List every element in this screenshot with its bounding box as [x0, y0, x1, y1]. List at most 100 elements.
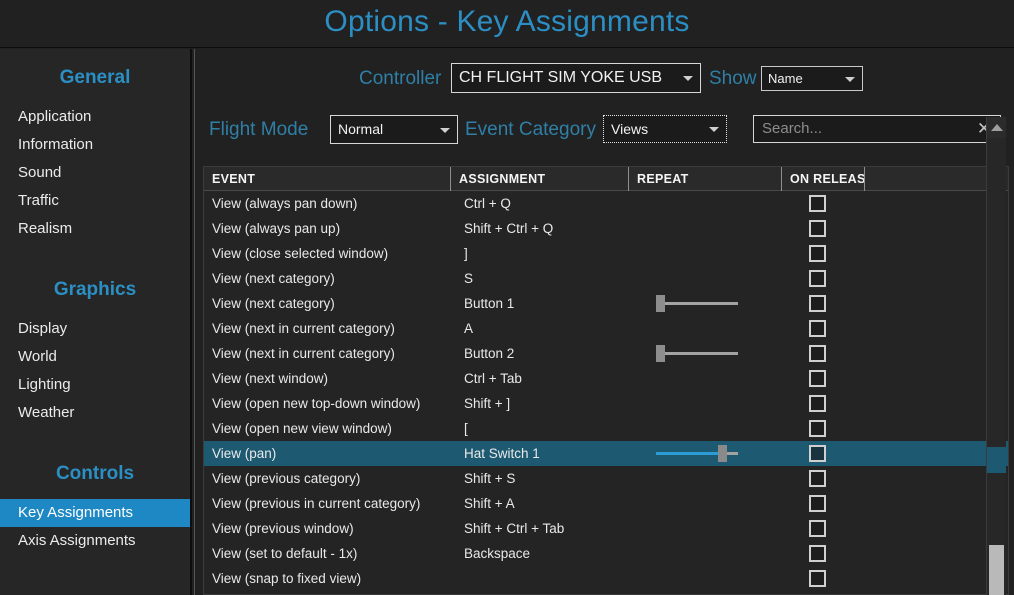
repeat-slider[interactable] — [656, 349, 738, 358]
cell-assignment: Button 1 — [464, 291, 624, 316]
scrollbar-track-marker — [987, 447, 1006, 473]
table-row[interactable]: View (previous window)Shift + Ctrl + Tab — [204, 516, 1009, 541]
show-select-value: Name — [768, 71, 803, 86]
table-row[interactable]: View (set to default - 1x)Backspace — [204, 541, 1009, 566]
on-release-checkbox[interactable] — [809, 470, 826, 487]
slider-thumb[interactable] — [718, 445, 727, 462]
table-row[interactable]: View (always pan down)Ctrl + Q — [204, 191, 1009, 216]
key-assignments-table: EVENTASSIGNMENTREPEATON RELEAS View (alw… — [203, 166, 1009, 595]
sidebar-item-axis-assignments[interactable]: Axis Assignments — [0, 527, 190, 555]
column-header-event[interactable]: EVENT — [204, 167, 450, 191]
slider-thumb[interactable] — [656, 345, 665, 362]
table-row[interactable]: View (pan)Hat Switch 1 — [204, 441, 1009, 466]
on-release-checkbox[interactable] — [809, 245, 826, 262]
cell-assignment: S — [464, 266, 624, 291]
cell-event: View (next in current category) — [212, 316, 447, 341]
controller-select[interactable]: CH FLIGHT SIM YOKE USB — [451, 63, 701, 93]
table-row[interactable]: View (close selected window)] — [204, 241, 1009, 266]
sidebar-item-world[interactable]: World — [0, 343, 190, 371]
table-row[interactable]: View (next category)Button 1 — [204, 291, 1009, 316]
sidebar-item-information[interactable]: Information — [0, 131, 190, 159]
table-row[interactable]: View (snap to fixed view) — [204, 566, 1009, 591]
vertical-scrollbar[interactable] — [986, 117, 1006, 595]
cell-assignment: Shift + A — [464, 491, 624, 516]
filter-row: Flight Mode Normal Event Category Views … — [195, 111, 1014, 151]
sidebar-item-application[interactable]: Application — [0, 103, 190, 131]
on-release-checkbox[interactable] — [809, 295, 826, 312]
search-input[interactable] — [754, 116, 974, 142]
on-release-checkbox[interactable] — [809, 270, 826, 287]
sidebar-item-traffic[interactable]: Traffic — [0, 187, 190, 215]
sidebar-item-sound[interactable]: Sound — [0, 159, 190, 187]
sidebar-item-weather[interactable]: Weather — [0, 399, 190, 427]
table-row[interactable]: View (open new top-down window) Shift + ] — [204, 391, 1009, 416]
table-row[interactable]: View (previous in current category)Shift… — [204, 491, 1009, 516]
chevron-down-icon — [845, 77, 855, 82]
cell-assignment — [464, 566, 624, 591]
search-box[interactable]: ✕ — [753, 115, 1001, 143]
cell-event: View (next window) — [212, 366, 447, 391]
repeat-slider[interactable] — [656, 299, 738, 308]
sidebar-heading-general: General — [0, 67, 190, 89]
sidebar-spacer — [0, 427, 190, 443]
chevron-down-icon — [683, 76, 693, 81]
on-release-checkbox[interactable] — [809, 420, 826, 437]
repeat-slider[interactable] — [656, 449, 738, 458]
flight-mode-label: Flight Mode — [209, 119, 308, 141]
event-category-select-value: Views — [611, 121, 648, 137]
cell-event: View (previous category) — [212, 466, 447, 491]
slider-track — [656, 302, 738, 305]
on-release-checkbox[interactable] — [809, 370, 826, 387]
on-release-checkbox[interactable] — [809, 395, 826, 412]
slider-thumb[interactable] — [656, 295, 665, 312]
scroll-up-button[interactable] — [987, 117, 1006, 138]
scroll-up-arrow-icon — [991, 124, 1003, 131]
page-title: Options - Key Assignments — [0, 5, 1014, 39]
sidebar-heading-controls: Controls — [0, 463, 190, 485]
show-select[interactable]: Name — [761, 66, 863, 91]
table-row[interactable]: View (open new view window) [ — [204, 416, 1009, 441]
on-release-checkbox[interactable] — [809, 545, 826, 562]
cell-assignment: [ — [464, 416, 624, 441]
on-release-checkbox[interactable] — [809, 220, 826, 237]
table-row[interactable]: View (always pan up)Shift + Ctrl + Q — [204, 216, 1009, 241]
cell-assignment: ] — [464, 241, 624, 266]
on-release-checkbox[interactable] — [809, 345, 826, 362]
table-row[interactable]: View (next in current category)A — [204, 316, 1009, 341]
table-row[interactable]: View (previous category)Shift + S — [204, 466, 1009, 491]
on-release-checkbox[interactable] — [809, 195, 826, 212]
cell-event: View (close selected window) — [212, 241, 447, 266]
table-row[interactable]: View (next in current category)Button 2 — [204, 341, 1009, 366]
on-release-checkbox[interactable] — [809, 445, 826, 462]
event-category-select[interactable]: Views — [603, 115, 727, 143]
on-release-checkbox[interactable] — [809, 520, 826, 537]
sidebar-heading-graphics: Graphics — [0, 279, 190, 301]
column-header-assignment[interactable]: ASSIGNMENT — [450, 167, 628, 191]
column-header-repeat[interactable]: REPEAT — [628, 167, 781, 191]
table-row[interactable]: View (next window)Ctrl + Tab — [204, 366, 1009, 391]
sidebar-spacer — [0, 243, 190, 259]
sidebar-item-lighting[interactable]: Lighting — [0, 371, 190, 399]
title-bar: Options - Key Assignments — [0, 0, 1014, 48]
cell-event: View (pan) — [212, 441, 447, 466]
on-release-checkbox[interactable] — [809, 570, 826, 587]
flight-mode-select[interactable]: Normal — [330, 115, 458, 144]
cell-event: View (open new top-down window) — [212, 391, 447, 416]
cell-assignment: Shift + ] — [464, 391, 624, 416]
scrollbar-thumb[interactable] — [989, 545, 1004, 595]
sidebar-item-key-assignments[interactable]: Key Assignments — [0, 499, 190, 527]
column-header-on-releas[interactable]: ON RELEAS — [781, 167, 864, 191]
sidebar-item-realism[interactable]: Realism — [0, 215, 190, 243]
sidebar-item-display[interactable]: Display — [0, 315, 190, 343]
flight-mode-select-value: Normal — [338, 121, 383, 137]
on-release-checkbox[interactable] — [809, 495, 826, 512]
table-row[interactable]: View (next category)S — [204, 266, 1009, 291]
table-header: EVENTASSIGNMENTREPEATON RELEAS — [204, 167, 1009, 191]
sidebar[interactable]: General ApplicationInformationSoundTraffi… — [0, 49, 192, 595]
on-release-checkbox[interactable] — [809, 320, 826, 337]
cell-event: View (snap to fixed view) — [212, 566, 447, 591]
cell-event: View (open new view window) — [212, 416, 447, 441]
show-label: Show — [709, 68, 757, 90]
table-body[interactable]: View (always pan down)Ctrl + QView (alwa… — [204, 191, 1009, 591]
cell-event: View (set to default - 1x) — [212, 541, 447, 566]
